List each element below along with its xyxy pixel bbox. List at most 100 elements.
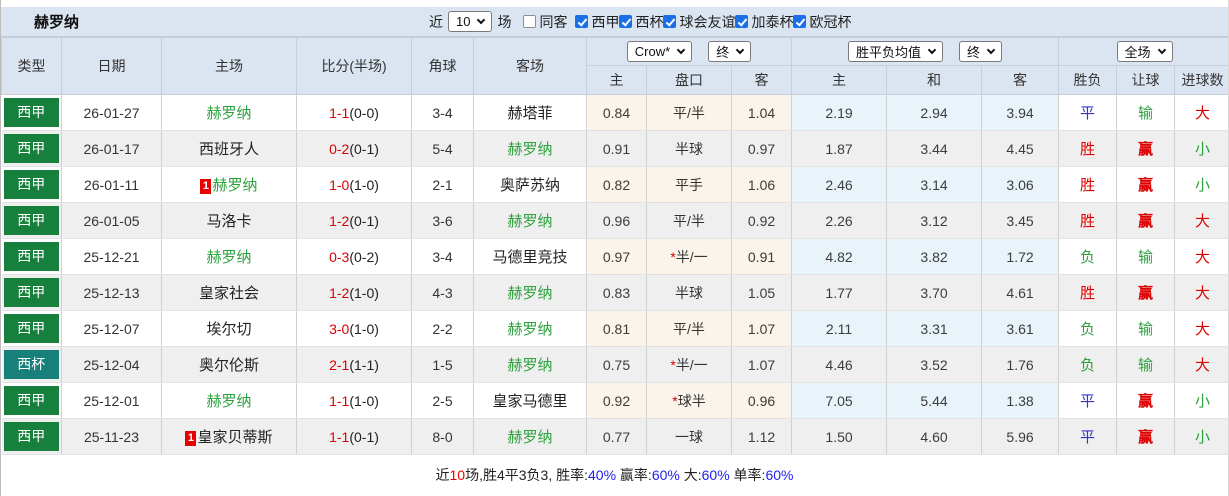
odds-away-cell: 1.07 <box>731 346 793 383</box>
odds-away-cell: 0.91 <box>731 238 793 275</box>
competition-filter-label: 西甲 <box>591 13 620 30</box>
odds-away-cell: 1.07 <box>731 310 793 347</box>
handicap-result-cell: 赢 <box>1116 130 1176 167</box>
recent-label: 近 <box>429 13 443 30</box>
handicap-result-value: 赢 <box>1138 213 1154 230</box>
corners-cell: 8-0 <box>411 418 474 455</box>
avg-home-cell: 4.82 <box>791 238 888 275</box>
away-team-cell: 赫罗纳 <box>473 310 587 347</box>
fulltime-score: 1-0 <box>329 176 350 193</box>
avg-home-cell: 4.46 <box>791 346 888 383</box>
competition-filter[interactable]: 西甲 <box>575 12 619 32</box>
score-cell: 3-0(1-0) <box>296 310 412 347</box>
odds-time-select[interactable]: 终 <box>708 41 752 62</box>
away-team-name: 奥萨苏纳 <box>499 177 560 194</box>
home-team-cell: 赫罗纳 <box>161 382 297 419</box>
halftime-score: (1-0) <box>349 392 379 409</box>
away-team-name: 赫罗纳 <box>507 285 553 302</box>
match-row: 西甲 26-01-27 赫罗纳 1-1(0-0) 3-4 赫塔菲 0.84 平/半 1.04 2.… <box>1 94 1228 131</box>
competition-filter-label: 加泰杯 <box>751 13 794 30</box>
competition-cell: 西甲 <box>1 166 62 203</box>
competition-badge: 西杯 <box>3 350 59 379</box>
handicap-result-cell: 输 <box>1116 310 1176 347</box>
date-cell: 25-12-01 <box>61 382 162 419</box>
scope-select[interactable]: 全场 <box>1116 41 1173 62</box>
match-row: 西甲 26-01-11 1 赫罗纳 1-0(1-0) 2-1 奥萨苏纳 0.82 平手 1.06 2… <box>1 166 1228 203</box>
col-header-odds-handicap: 盘口 <box>646 65 732 95</box>
away-team-cell: 赫罗纳 <box>473 130 587 167</box>
away-team-name: 赫罗纳 <box>507 357 553 374</box>
home-team-cell: 埃尔切 <box>161 310 297 347</box>
col-header-odds-home: 主 <box>586 65 647 95</box>
competition-filter[interactable]: 球会友谊 <box>663 12 735 32</box>
score-cell: 1-1(0-1) <box>296 418 412 455</box>
fulltime-score: 0-3 <box>329 248 350 265</box>
away-team-cell: 赫罗纳 <box>473 202 587 239</box>
competition-filter[interactable]: 西杯 <box>619 12 663 32</box>
checkbox-checked-icon[interactable] <box>619 15 633 28</box>
fulltime-score: 1-1 <box>329 392 350 409</box>
score-cell: 0-3(0-2) <box>296 238 412 275</box>
result-cell: 胜 <box>1058 202 1118 239</box>
avg-home-cell: 7.05 <box>791 382 888 419</box>
checkbox-checked-icon[interactable] <box>663 15 677 28</box>
result-cell: 负 <box>1058 238 1118 275</box>
checkbox-checked-icon[interactable] <box>793 15 807 28</box>
avg-draw-cell: 2.94 <box>886 94 983 131</box>
avg-source-select[interactable]: 胜平负均值 <box>848 41 944 62</box>
avg-away-cell: 3.06 <box>981 166 1060 203</box>
checkbox-unchecked-icon[interactable] <box>523 15 537 28</box>
avg-group-header: 胜平负均值 终 <box>791 37 1060 66</box>
col-header-avg-home: 主 <box>791 65 888 95</box>
date-cell: 26-01-05 <box>61 202 162 239</box>
home-team-name: 奥尔伦斯 <box>198 357 259 374</box>
competition-filter[interactable]: 加泰杯 <box>735 12 793 32</box>
checkbox-checked-icon[interactable] <box>575 15 589 28</box>
goals-result-cell: 小 <box>1174 382 1228 419</box>
result-cell: 平 <box>1058 418 1118 455</box>
handicap-result-value: 输 <box>1138 249 1154 266</box>
competition-filter[interactable]: 欧冠杯 <box>793 12 851 32</box>
match-row: 西甲 26-01-17 西班牙人 0-2(0-1) 5-4 赫罗纳 0.91 半球 0.97 1.… <box>1 130 1228 167</box>
handicap-result-cell: 赢 <box>1116 202 1176 239</box>
home-team-name: 赫罗纳 <box>206 249 252 266</box>
handicap-rate: 60% <box>651 467 680 483</box>
handicap-result-cell: 输 <box>1116 94 1176 131</box>
col-header-avg-away: 客 <box>981 65 1060 95</box>
fulltime-score: 1-1 <box>329 428 350 445</box>
chevron-down-icon <box>477 15 486 24</box>
score-cell: 1-2(1-0) <box>296 274 412 311</box>
fulltime-score: 1-2 <box>329 212 350 229</box>
halftime-score: (1-0) <box>349 176 379 193</box>
halftime-score: (1-0) <box>349 320 379 337</box>
home-team-name: 赫罗纳 <box>206 393 252 410</box>
odds-source-select[interactable]: Crow* <box>626 41 693 62</box>
goals-result-value: 小 <box>1195 141 1211 158</box>
competition-cell: 西甲 <box>1 274 62 311</box>
odds-home-cell: 0.97 <box>586 238 647 275</box>
avg-home-cell: 2.46 <box>791 166 888 203</box>
chevron-down-icon <box>676 45 686 54</box>
col-header-home: 主场 <box>161 37 297 95</box>
result-value: 平 <box>1080 393 1096 410</box>
avg-time-select[interactable]: 终 <box>959 41 1003 62</box>
odds-time-value: 终 <box>716 45 730 60</box>
away-team-cell: 赫罗纳 <box>473 274 587 311</box>
goals-result-value: 小 <box>1195 393 1211 410</box>
checkbox-checked-icon[interactable] <box>735 15 749 28</box>
same-away-filter[interactable]: 同客 <box>523 12 567 32</box>
handicap-cell: 半球 <box>646 130 732 167</box>
goals-result-value: 小 <box>1195 429 1211 446</box>
home-team-name: 西班牙人 <box>198 141 259 158</box>
halftime-score: (0-1) <box>349 212 379 229</box>
corners-cell: 4-3 <box>411 274 474 311</box>
corners-cell: 2-5 <box>411 382 474 419</box>
avg-away-cell: 1.76 <box>981 346 1060 383</box>
score-cell: 1-1(0-0) <box>296 94 412 131</box>
avg-home-cell: 2.11 <box>791 310 888 347</box>
odds-home-cell: 0.77 <box>586 418 647 455</box>
recent-count-select[interactable]: 10 <box>448 11 493 32</box>
corners-cell: 2-1 <box>411 166 474 203</box>
home-team-cell: 赫罗纳 <box>161 238 297 275</box>
handicap-cell: *半/一 <box>646 238 732 275</box>
